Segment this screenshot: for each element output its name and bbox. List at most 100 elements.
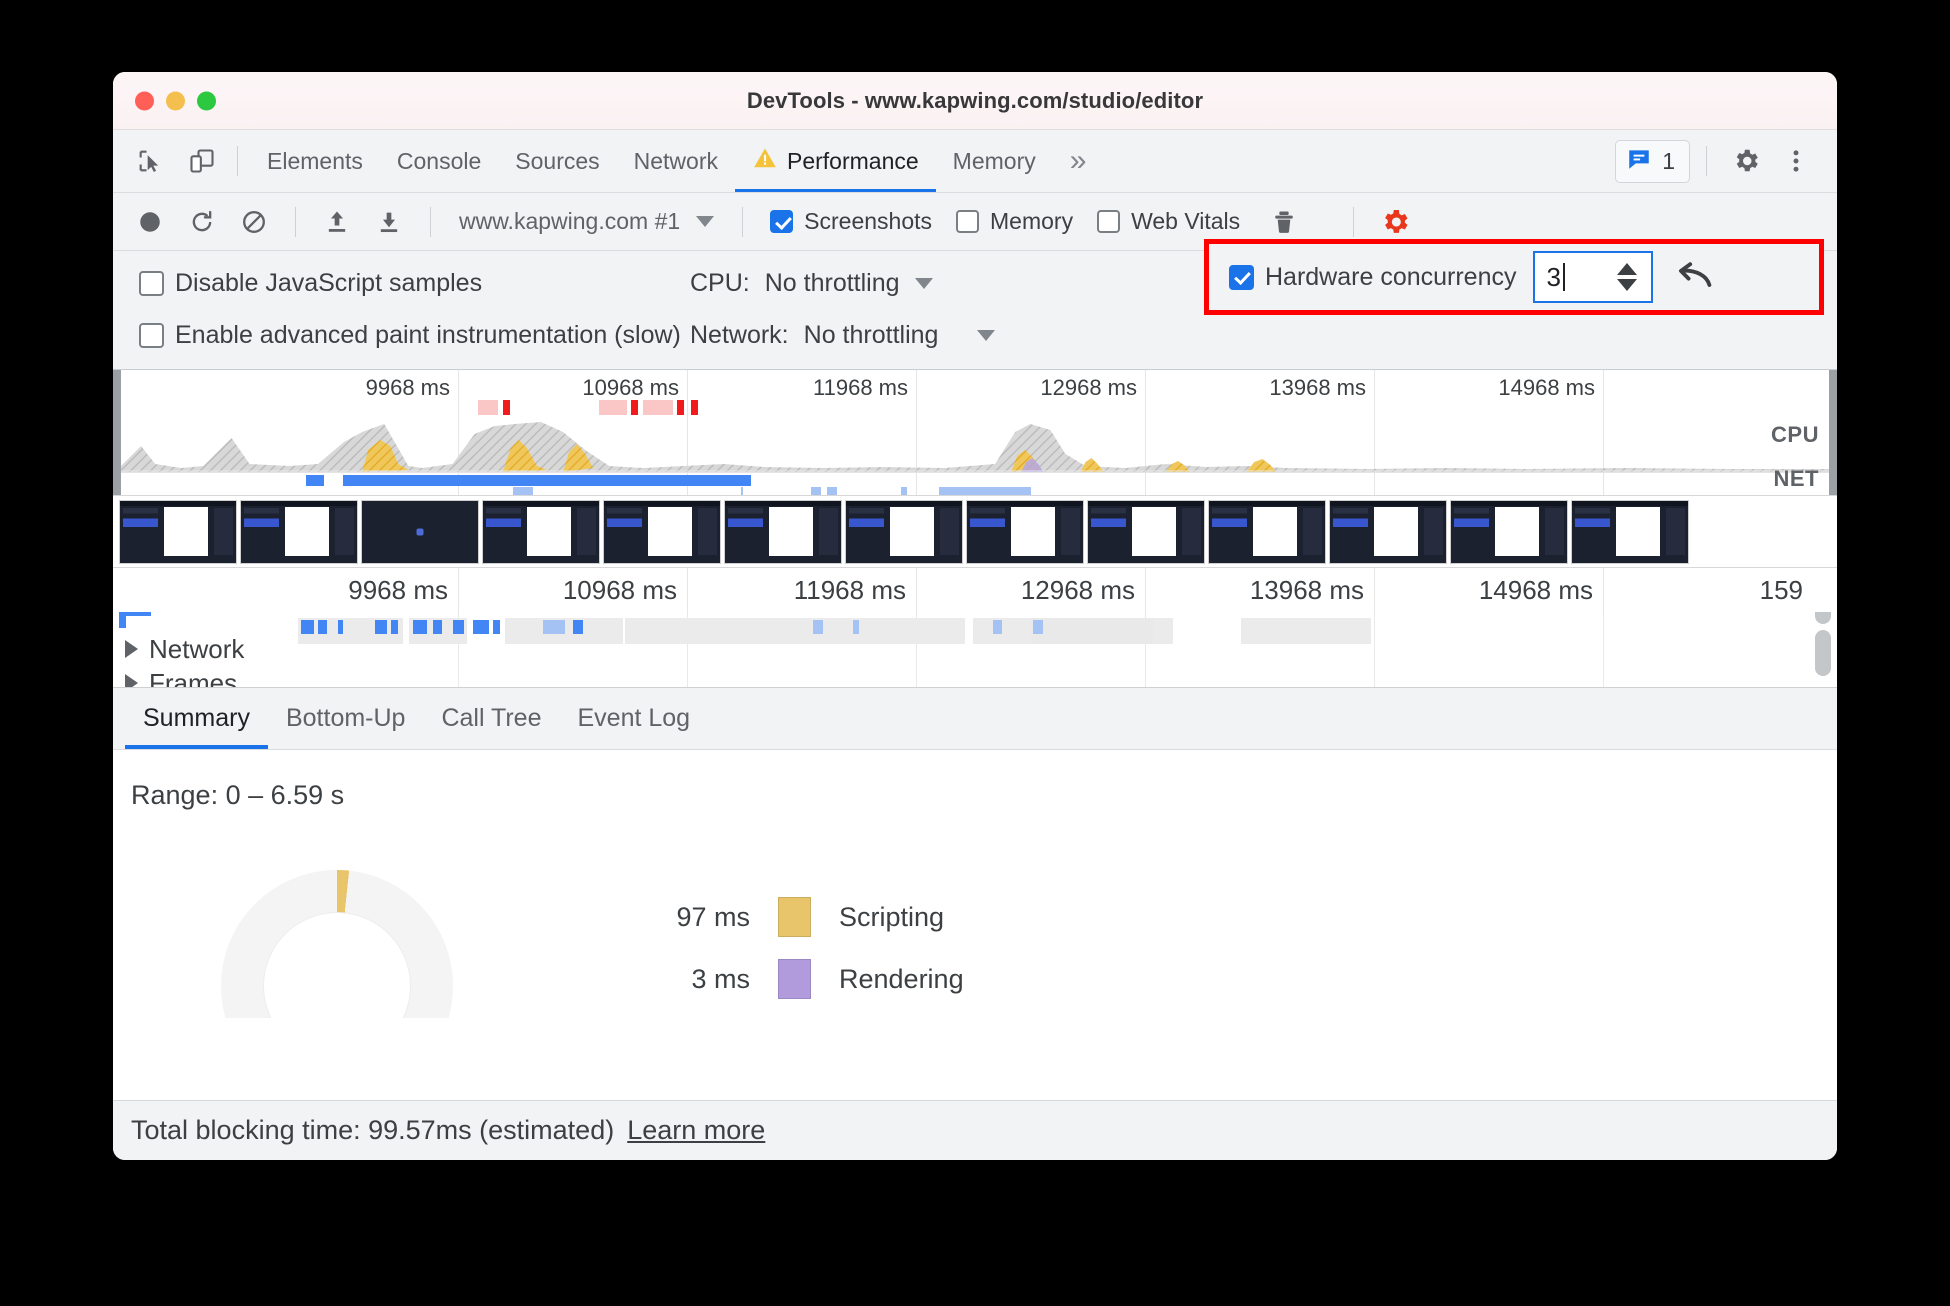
stepper-up-icon[interactable] — [1616, 263, 1637, 275]
scrollbar-thumb[interactable] — [1815, 612, 1831, 624]
web-vitals-checkbox[interactable]: Web Vitals — [1088, 208, 1249, 235]
network-request[interactable] — [993, 620, 1002, 634]
cpu-track-label: CPU — [1771, 422, 1819, 447]
network-request[interactable] — [473, 620, 489, 634]
timeline-overview[interactable]: 9968 ms 10968 ms 11968 ms 12968 ms 13968… — [113, 370, 1837, 496]
capture-settings-pane: Disable JavaScript samples CPU: No throt… — [113, 239, 1837, 370]
record-button[interactable] — [127, 200, 173, 244]
cpu-throttling-label: CPU: — [690, 268, 750, 297]
network-request[interactable] — [493, 620, 500, 634]
filmstrip-frame[interactable] — [845, 499, 963, 564]
tab-call-tree-label: Call Tree — [441, 704, 542, 732]
tab-call-tree[interactable]: Call Tree — [423, 688, 559, 749]
advanced-paint-checkbox[interactable]: Enable advanced paint instrumentation (s… — [130, 321, 690, 350]
reload-and-record-icon[interactable] — [179, 200, 225, 244]
tab-bottom-up-label: Bottom-Up — [285, 704, 406, 732]
load-profile-icon[interactable] — [314, 200, 360, 244]
minimize-button[interactable] — [166, 91, 185, 110]
recording-session-label: www.kapwing.com #1 — [459, 208, 681, 234]
learn-more-link[interactable]: Learn more — [627, 1115, 765, 1146]
tab-summary[interactable]: Summary — [125, 688, 268, 749]
filmstrip-frame[interactable] — [361, 499, 479, 564]
close-button[interactable] — [135, 91, 154, 110]
network-request[interactable] — [375, 620, 387, 634]
selection-handle[interactable] — [119, 612, 151, 628]
save-profile-icon[interactable] — [366, 200, 412, 244]
stepper-down-icon[interactable] — [1616, 279, 1637, 291]
kebab-menu-icon[interactable] — [1773, 139, 1819, 183]
network-track-band — [1241, 618, 1371, 644]
filmstrip-frame[interactable] — [1087, 499, 1205, 564]
disable-js-samples-checkbox[interactable]: Disable JavaScript samples — [130, 269, 690, 298]
legend-row[interactable]: 0 ms Painting — [658, 1016, 964, 1018]
tab-network[interactable]: Network — [617, 130, 735, 192]
network-request[interactable] — [433, 620, 442, 634]
track-network[interactable]: Network — [113, 630, 244, 668]
filmstrip-frame[interactable] — [1329, 499, 1447, 564]
flame-chart-tracks[interactable]: Network Frames — [113, 612, 1837, 688]
filmstrip-frame[interactable] — [1208, 499, 1326, 564]
network-request[interactable] — [453, 620, 464, 634]
overview-right-handle[interactable] — [1829, 370, 1837, 495]
tab-console[interactable]: Console — [380, 130, 498, 192]
hardware-concurrency-checkbox[interactable]: Hardware concurrency — [1229, 263, 1517, 292]
network-request-bar — [343, 475, 751, 486]
filmstrip-frame[interactable] — [1450, 499, 1568, 564]
tab-memory[interactable]: Memory — [936, 130, 1053, 192]
filmstrip-frame[interactable] — [724, 499, 842, 564]
hardware-concurrency-input[interactable]: 3 — [1532, 251, 1653, 303]
timeline-ruler[interactable]: 9968 ms 10968 ms 11968 ms 12968 ms 13968… — [113, 568, 1837, 612]
disable-js-samples-label: Disable JavaScript samples — [175, 268, 483, 297]
memory-checkbox[interactable]: Memory — [947, 208, 1082, 235]
network-request[interactable] — [338, 620, 343, 634]
overview-left-handle[interactable] — [113, 370, 121, 495]
track-frames[interactable]: Frames — [113, 664, 237, 687]
device-toolbar-icon[interactable] — [179, 139, 225, 183]
tab-performance[interactable]: Performance — [735, 130, 936, 192]
filmstrip-frame[interactable] — [1571, 499, 1689, 564]
long-task-marker — [631, 400, 638, 415]
inspect-element-icon[interactable] — [127, 139, 173, 183]
cpu-throttling-control[interactable]: CPU: No throttling — [690, 269, 933, 298]
network-request-range[interactable] — [1031, 618, 1153, 644]
delete-icon[interactable] — [1261, 200, 1307, 244]
tab-bottom-up[interactable]: Bottom-Up — [268, 688, 423, 749]
network-request[interactable] — [543, 620, 565, 634]
tab-sources[interactable]: Sources — [498, 130, 616, 192]
legend-label: Rendering — [839, 963, 964, 994]
network-request[interactable] — [318, 620, 327, 634]
legend-row[interactable]: 97 ms Scripting — [658, 892, 964, 942]
clear-recording-icon[interactable] — [231, 200, 277, 244]
gear-icon[interactable] — [1723, 139, 1769, 183]
screenshots-filmstrip[interactable] — [113, 496, 1837, 568]
network-request[interactable] — [813, 620, 823, 634]
recording-session-select[interactable]: www.kapwing.com #1 — [449, 208, 724, 235]
tab-event-log[interactable]: Event Log — [560, 688, 709, 749]
network-request[interactable] — [573, 620, 583, 634]
network-request[interactable] — [1033, 620, 1043, 634]
network-request[interactable] — [413, 620, 427, 634]
more-tabs-button[interactable]: » — [1053, 130, 1104, 192]
filmstrip-frame[interactable] — [966, 499, 1084, 564]
network-request[interactable] — [391, 620, 398, 634]
text-cursor — [1562, 263, 1565, 291]
filmstrip-frame[interactable] — [119, 499, 237, 564]
capture-settings-gear-icon[interactable] — [1372, 200, 1418, 244]
tab-elements[interactable]: Elements — [250, 130, 380, 192]
number-stepper[interactable] — [1616, 263, 1643, 291]
network-request[interactable] — [853, 620, 859, 634]
devtools-window: DevTools - www.kapwing.com/studio/editor — [113, 72, 1837, 1160]
filmstrip-frame[interactable] — [482, 499, 600, 564]
divider — [295, 206, 296, 237]
filmstrip-frame[interactable] — [603, 499, 721, 564]
network-request[interactable] — [301, 620, 314, 634]
filmstrip-frame[interactable] — [240, 499, 358, 564]
zoom-button[interactable] — [197, 91, 216, 110]
screenshots-checkbox[interactable]: Screenshots — [761, 208, 941, 235]
tab-memory-label: Memory — [952, 147, 1036, 174]
undo-reset-icon[interactable] — [1675, 261, 1715, 293]
issues-button[interactable]: 1 — [1615, 139, 1690, 183]
network-throttling-control[interactable]: Network: No throttling — [690, 321, 996, 350]
legend-row[interactable]: 3 ms Rendering — [658, 954, 964, 1004]
scrollbar-thumb[interactable] — [1815, 630, 1831, 676]
